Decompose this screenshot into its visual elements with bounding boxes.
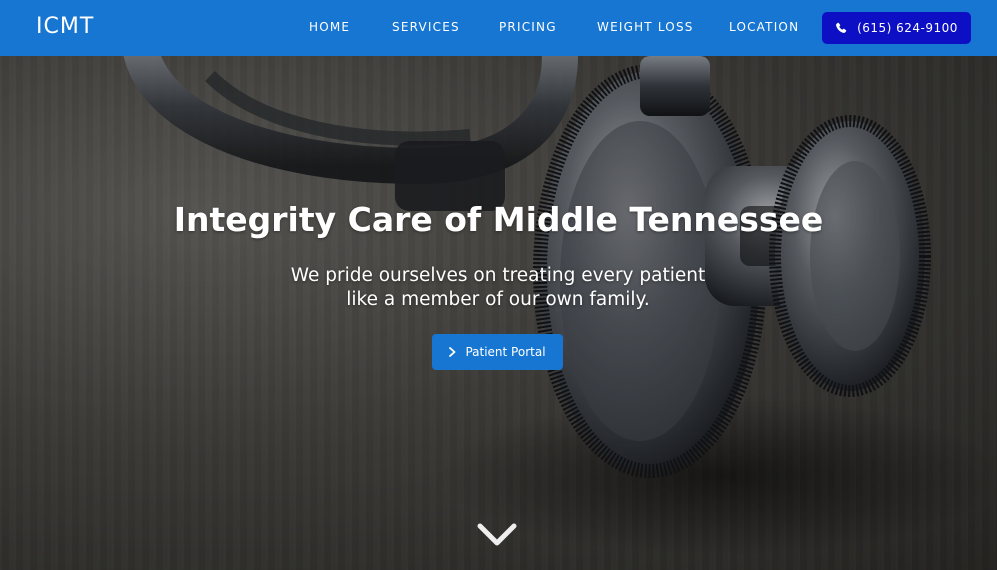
nav-link-weight-loss[interactable]: WEIGHT LOSS — [597, 20, 694, 34]
nav-link-location[interactable]: LOCATION — [729, 20, 799, 34]
chevron-right-icon — [449, 347, 456, 357]
phone-icon — [836, 22, 847, 33]
phone-call-button[interactable]: (615) 624-9100 — [822, 12, 971, 44]
patient-portal-label: Patient Portal — [465, 345, 546, 359]
hero-subtitle-line-2: like a member of our own family. — [346, 289, 650, 310]
hero-title: Integrity Care of Middle Tennessee — [173, 200, 824, 239]
chevron-down-icon[interactable] — [477, 522, 517, 548]
nav-link-home[interactable]: HOME — [309, 20, 350, 34]
hero-dark-overlay — [0, 56, 997, 570]
hero-subtitle-line-1: We pride ourselves on treating every pat… — [290, 265, 706, 286]
patient-portal-button[interactable]: Patient Portal — [432, 334, 563, 370]
phone-number: (615) 624-9100 — [857, 21, 958, 35]
top-navbar: ICMT HOME SERVICES PRICING WEIGHT LOSS L… — [0, 0, 997, 56]
nav-link-services[interactable]: SERVICES — [392, 20, 460, 34]
nav-link-pricing[interactable]: PRICING — [499, 20, 557, 34]
hero-section: Integrity Care of Middle Tennessee We pr… — [0, 56, 997, 570]
hero-subtitle: We pride ourselves on treating every pat… — [248, 264, 748, 312]
